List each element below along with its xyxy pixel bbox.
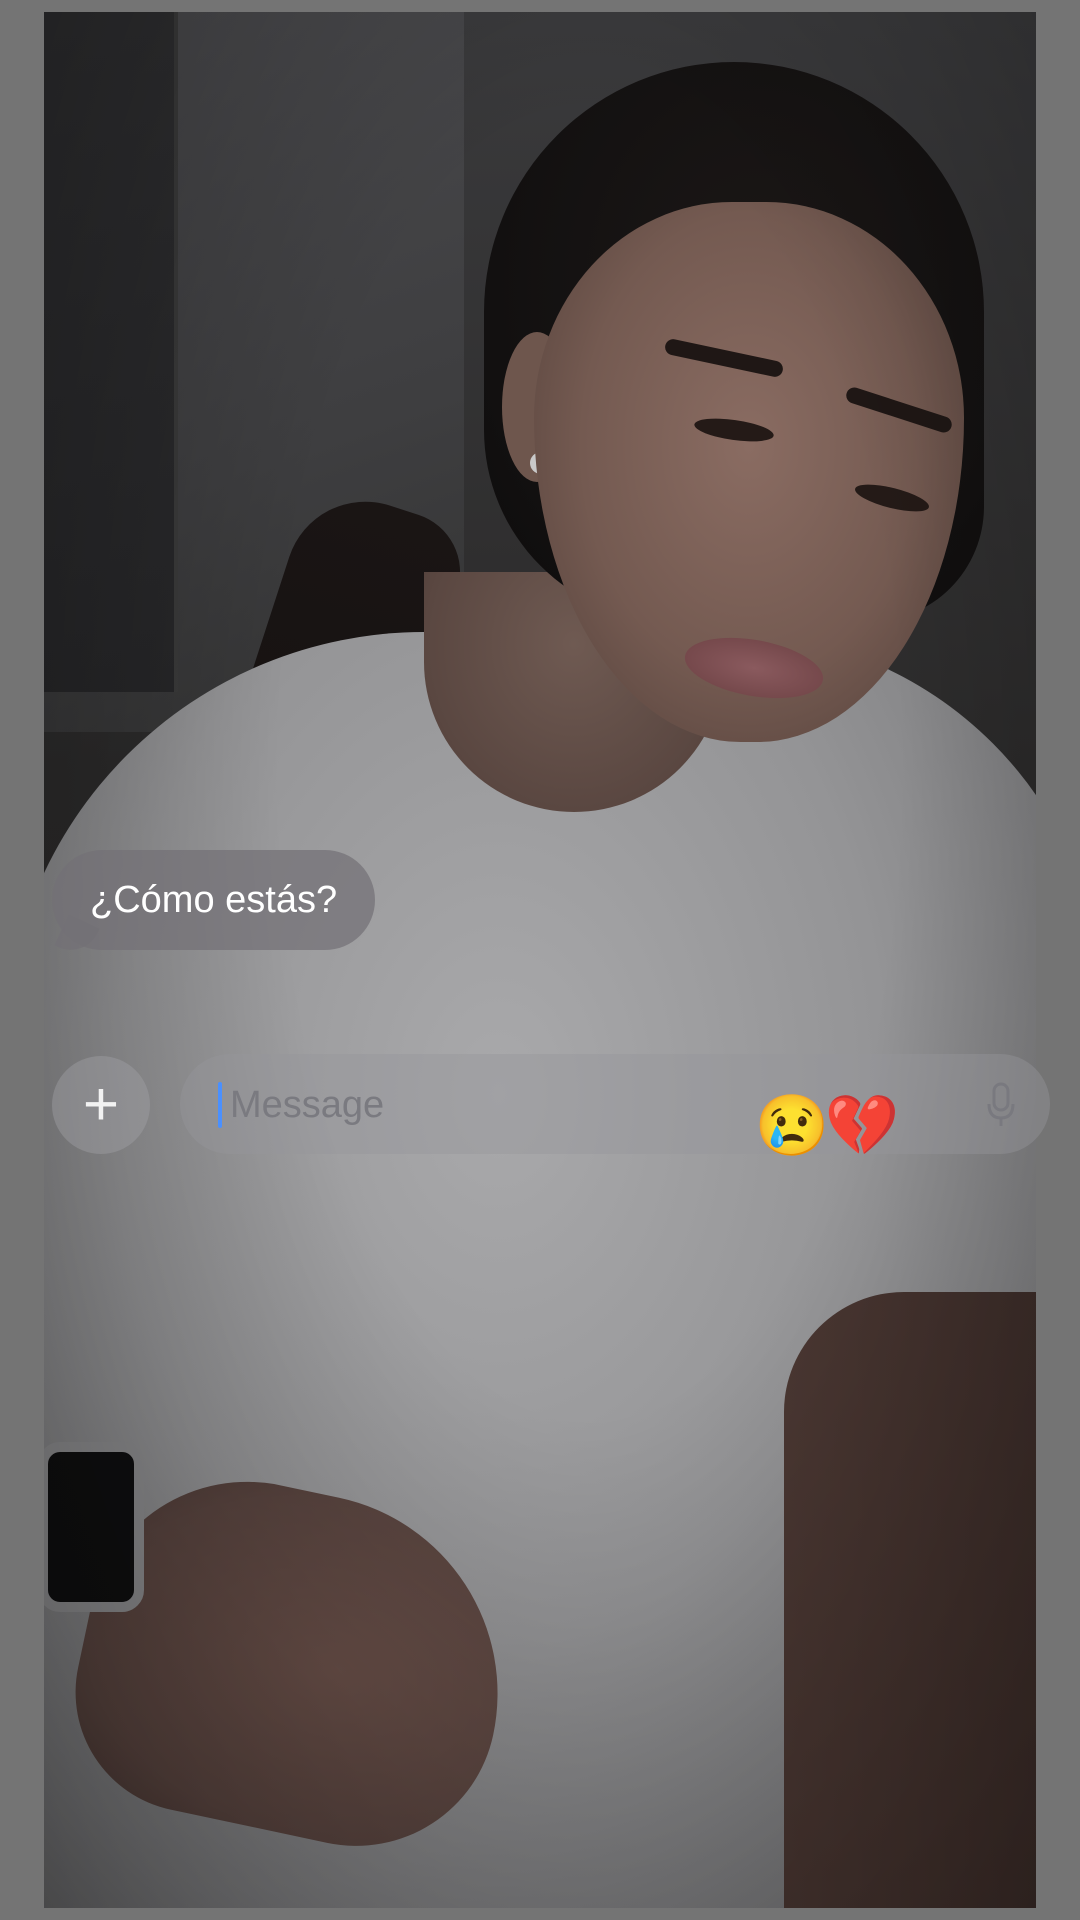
add-attachment-button[interactable]: +: [52, 1056, 150, 1154]
message-input[interactable]: [228, 1054, 792, 1156]
crying-face-emoji: 😢: [754, 1092, 830, 1159]
microphone-icon[interactable]: [986, 1082, 1016, 1128]
photo-vignette: [44, 12, 1036, 1908]
received-message-text: ¿Cómo estás?: [90, 878, 338, 921]
text-cursor: [218, 1082, 222, 1128]
broken-heart-emoji: 💔: [824, 1092, 900, 1159]
background-photo: [44, 12, 1036, 1908]
received-message-bubble: ¿Cómo estás?: [52, 850, 376, 950]
plus-icon: +: [82, 1070, 120, 1139]
message-field[interactable]: [180, 1054, 1050, 1156]
